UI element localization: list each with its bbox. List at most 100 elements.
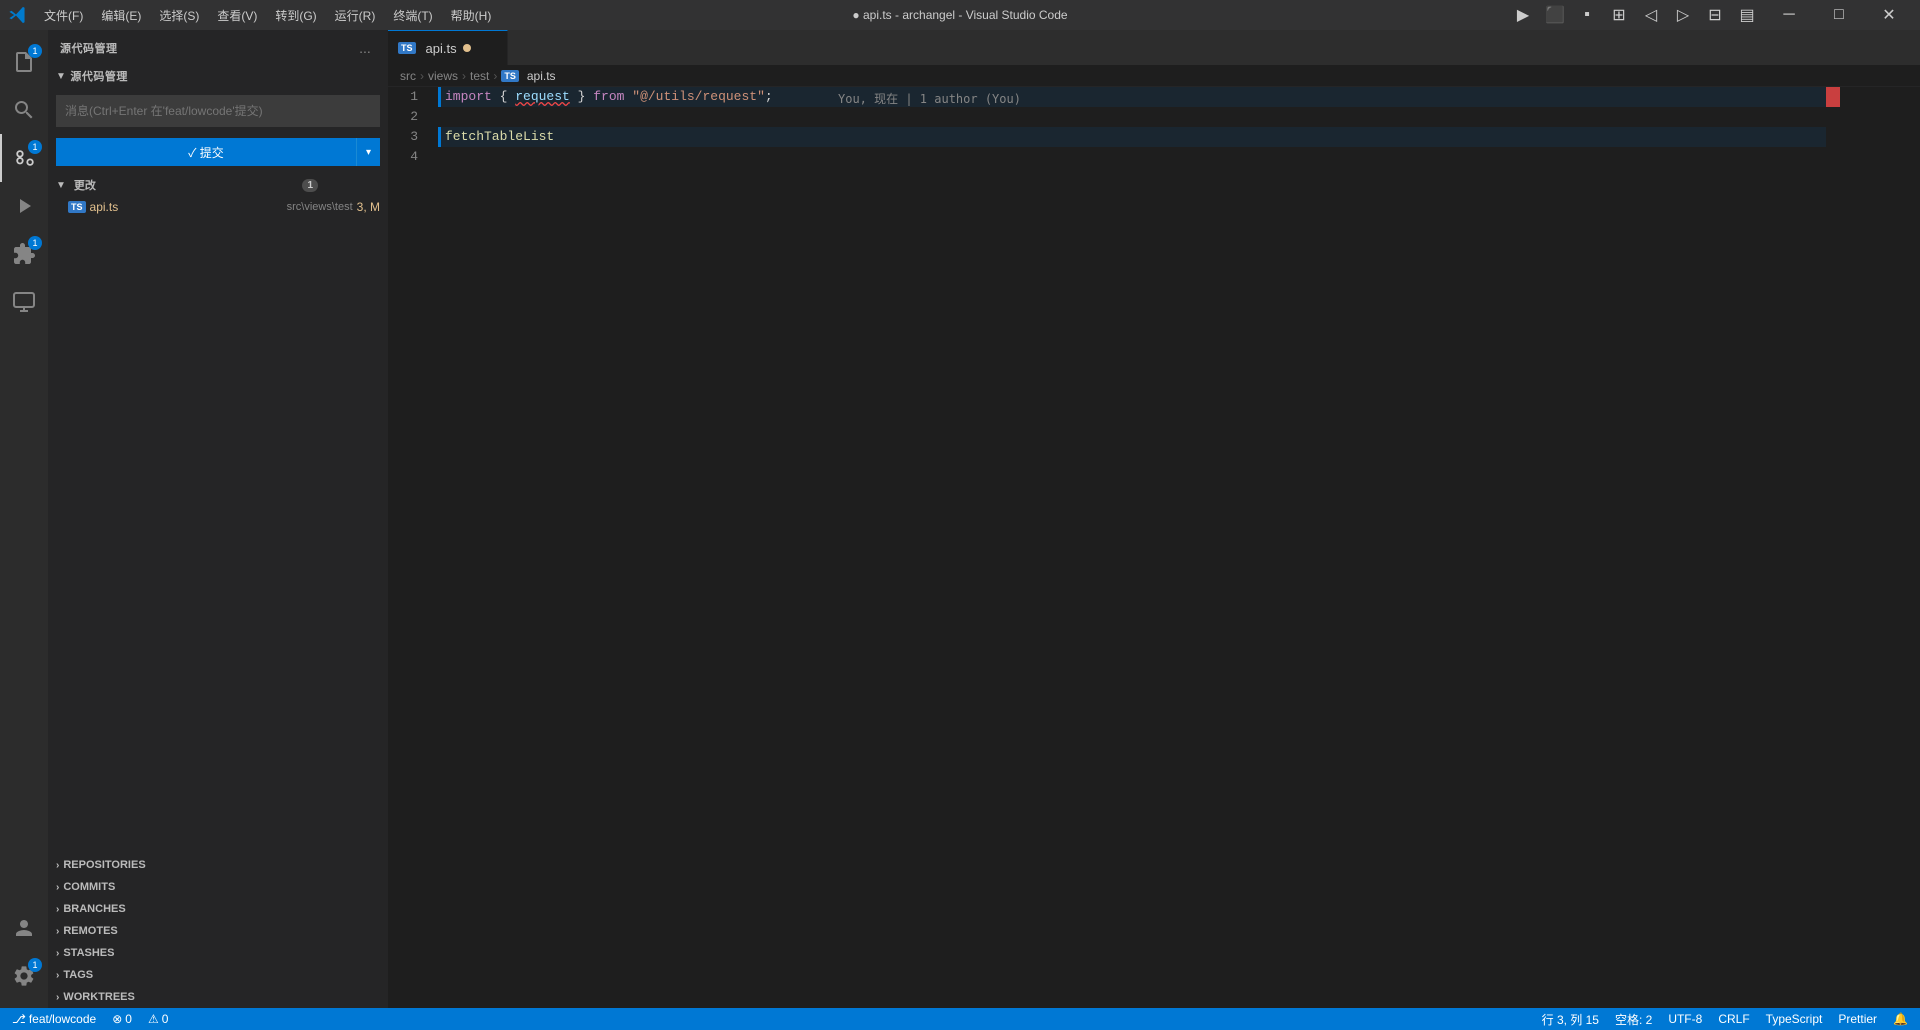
status-spaces[interactable]: 空格: 2 xyxy=(1611,1008,1656,1030)
stashes-label: STASHES xyxy=(63,947,114,959)
worktrees-section[interactable]: › WORKTREES xyxy=(48,986,388,1008)
split-btn[interactable]: ⊟ xyxy=(1700,0,1730,30)
breadcrumb-src[interactable]: src xyxy=(400,69,416,83)
title-bar: 文件(F) 编辑(E) 选择(S) 查看(V) 转到(G) 运行(R) 终端(T… xyxy=(0,0,1920,30)
layout-btn[interactable]: ⊞ xyxy=(1604,0,1634,30)
status-cursor[interactable]: 行 3, 列 15 xyxy=(1538,1008,1603,1030)
activity-extensions[interactable]: 1 xyxy=(0,230,48,278)
title-bar-left: 文件(F) 编辑(E) 选择(S) 查看(V) 转到(G) 运行(R) 终端(T… xyxy=(8,5,499,26)
changed-file-item[interactable]: TS api.ts src\views\test 3, M ↗ ↺ + xyxy=(48,196,388,218)
tags-section[interactable]: › TAGS xyxy=(48,964,388,986)
tok-semicolon: ; xyxy=(765,87,773,107)
ext-badge: 1 xyxy=(28,236,42,250)
tok-space xyxy=(624,87,632,107)
changes-header-left: ▼ 更改 xyxy=(56,177,96,193)
activity-remote[interactable] xyxy=(0,278,48,326)
menu-terminal[interactable]: 终端(T) xyxy=(385,5,440,26)
bottom-sections: › REPOSITORIES › COMMITS › BRANCHES › RE… xyxy=(48,854,388,1008)
menu-edit[interactable]: 编辑(E) xyxy=(93,5,149,26)
commits-section[interactable]: › COMMITS xyxy=(48,876,388,898)
tab-bar: TS api.ts xyxy=(388,30,1920,65)
formatter-value: Prettier xyxy=(1838,1012,1877,1026)
eol-value: CRLF xyxy=(1718,1012,1749,1026)
sidebar: 源代码管理 ... ▼ 源代码管理 ✓ 提交 ▾ xyxy=(48,30,388,1008)
branches-label: BRANCHES xyxy=(63,903,125,915)
activity-settings[interactable]: 1 xyxy=(0,952,48,1000)
discard-all-btn[interactable]: ↺ xyxy=(342,176,360,194)
window-controls: ▶ ⬛ ▪ ⊞ ◁ ▷ ⊟ ▤ ─ □ ✕ xyxy=(1508,0,1912,30)
breadcrumb-test[interactable]: test xyxy=(470,69,489,83)
line-num-3: 3 xyxy=(388,127,428,147)
close-btn[interactable]: ✕ xyxy=(1866,0,1912,30)
editor-toolbar: ▶ ⬛ ▪ ⊞ ◁ ▷ ⊟ ▤ xyxy=(1508,0,1762,30)
editor-area: TS api.ts src › views › test › TS api.ts… xyxy=(388,30,1920,1008)
menu-help[interactable]: 帮助(H) xyxy=(443,5,500,26)
warning-count: 0 xyxy=(162,1012,169,1026)
more-actions-btn[interactable]: ... xyxy=(354,37,376,59)
sc-provider-header[interactable]: ▼ 源代码管理 xyxy=(48,65,388,87)
tok-brace-close: } xyxy=(570,87,593,107)
ts-file-icon: TS xyxy=(68,201,86,213)
repositories-label: REPOSITORIES xyxy=(63,859,145,871)
sc-section: ▼ 源代码管理 ✓ 提交 ▾ ▼ 更改 1 xyxy=(48,65,388,854)
status-branch[interactable]: ⎇ feat/lowcode xyxy=(8,1008,100,1030)
status-encoding[interactable]: UTF-8 xyxy=(1664,1008,1706,1030)
file-status: 3, M xyxy=(357,200,380,214)
changes-header[interactable]: ▼ 更改 1 ↕ ↺ + xyxy=(48,174,388,196)
prev-btn[interactable]: ◁ xyxy=(1636,0,1666,30)
repositories-section[interactable]: › REPOSITORIES xyxy=(48,854,388,876)
run-btn[interactable]: ▶ xyxy=(1508,0,1538,30)
open-change-btn[interactable]: ↕ xyxy=(322,176,340,194)
menu-file[interactable]: 文件(F) xyxy=(36,5,91,26)
layout2-btn[interactable]: ▤ xyxy=(1732,0,1762,30)
code-line-4 xyxy=(438,147,1826,167)
scm-badge: 1 xyxy=(28,140,42,154)
maximize-btn[interactable]: □ xyxy=(1816,0,1862,30)
sc-provider-label: 源代码管理 xyxy=(70,68,128,84)
breadcrumb-views[interactable]: views xyxy=(428,69,458,83)
status-warnings[interactable]: ⚠ 0 xyxy=(144,1008,172,1030)
breadcrumb-file[interactable]: api.ts xyxy=(527,69,556,83)
commit-message-input[interactable] xyxy=(56,95,380,127)
line-num-4: 4 xyxy=(388,147,428,167)
tok-fetch-fn: fetchTableList xyxy=(445,127,554,147)
status-formatter[interactable]: Prettier xyxy=(1834,1008,1881,1030)
branches-chevron-icon: › xyxy=(56,904,59,915)
commit-button[interactable]: ✓ 提交 xyxy=(56,138,356,166)
editor-tab-api-ts[interactable]: TS api.ts xyxy=(388,30,508,65)
code-editor[interactable]: You, 现在 | 1 author (You) 1 2 3 4 import … xyxy=(388,87,1920,1008)
toggle-panel-btn[interactable]: ⬛ xyxy=(1540,0,1570,30)
stage-all-btn[interactable]: + xyxy=(362,176,380,194)
breadcrumb-sep-1: › xyxy=(420,69,424,83)
minimize-btn[interactable]: ─ xyxy=(1766,0,1812,30)
toggle-sidebar-btn[interactable]: ▪ xyxy=(1572,0,1602,30)
file-path: src\views\test xyxy=(287,201,353,213)
menu-goto[interactable]: 转到(G) xyxy=(267,5,324,26)
activity-search[interactable] xyxy=(0,86,48,134)
tags-chevron-icon: › xyxy=(56,970,59,981)
branches-section[interactable]: › BRANCHES xyxy=(48,898,388,920)
status-eol[interactable]: CRLF xyxy=(1714,1008,1753,1030)
status-errors[interactable]: ⊗ 0 xyxy=(108,1008,136,1030)
code-content[interactable]: import { request } from "@/utils/request… xyxy=(438,87,1826,1008)
worktrees-label: WORKTREES xyxy=(63,991,135,1003)
activity-run[interactable] xyxy=(0,182,48,230)
menu-run[interactable]: 运行(R) xyxy=(327,5,384,26)
activity-account[interactable] xyxy=(0,904,48,952)
activity-source-control[interactable]: 1 xyxy=(0,134,48,182)
stashes-section[interactable]: › STASHES xyxy=(48,942,388,964)
activity-explorer[interactable]: 1 xyxy=(0,38,48,86)
branch-icon: ⎇ xyxy=(12,1012,26,1026)
menu-view[interactable]: 查看(V) xyxy=(209,5,265,26)
remotes-section[interactable]: › REMOTES xyxy=(48,920,388,942)
menu-selection[interactable]: 选择(S) xyxy=(151,5,207,26)
commit-dropdown-button[interactable]: ▾ xyxy=(356,138,380,166)
worktrees-chevron-icon: › xyxy=(56,992,59,1003)
changes-section: ▼ 更改 1 ↕ ↺ + TS api.ts xyxy=(48,174,388,218)
editor-scrollbar[interactable] xyxy=(1826,87,1840,1008)
tok-import-kw: import xyxy=(445,87,492,107)
minimap xyxy=(1840,87,1920,1008)
status-notifications[interactable]: 🔔 xyxy=(1889,1008,1912,1030)
status-language[interactable]: TypeScript xyxy=(1762,1008,1827,1030)
next-btn[interactable]: ▷ xyxy=(1668,0,1698,30)
